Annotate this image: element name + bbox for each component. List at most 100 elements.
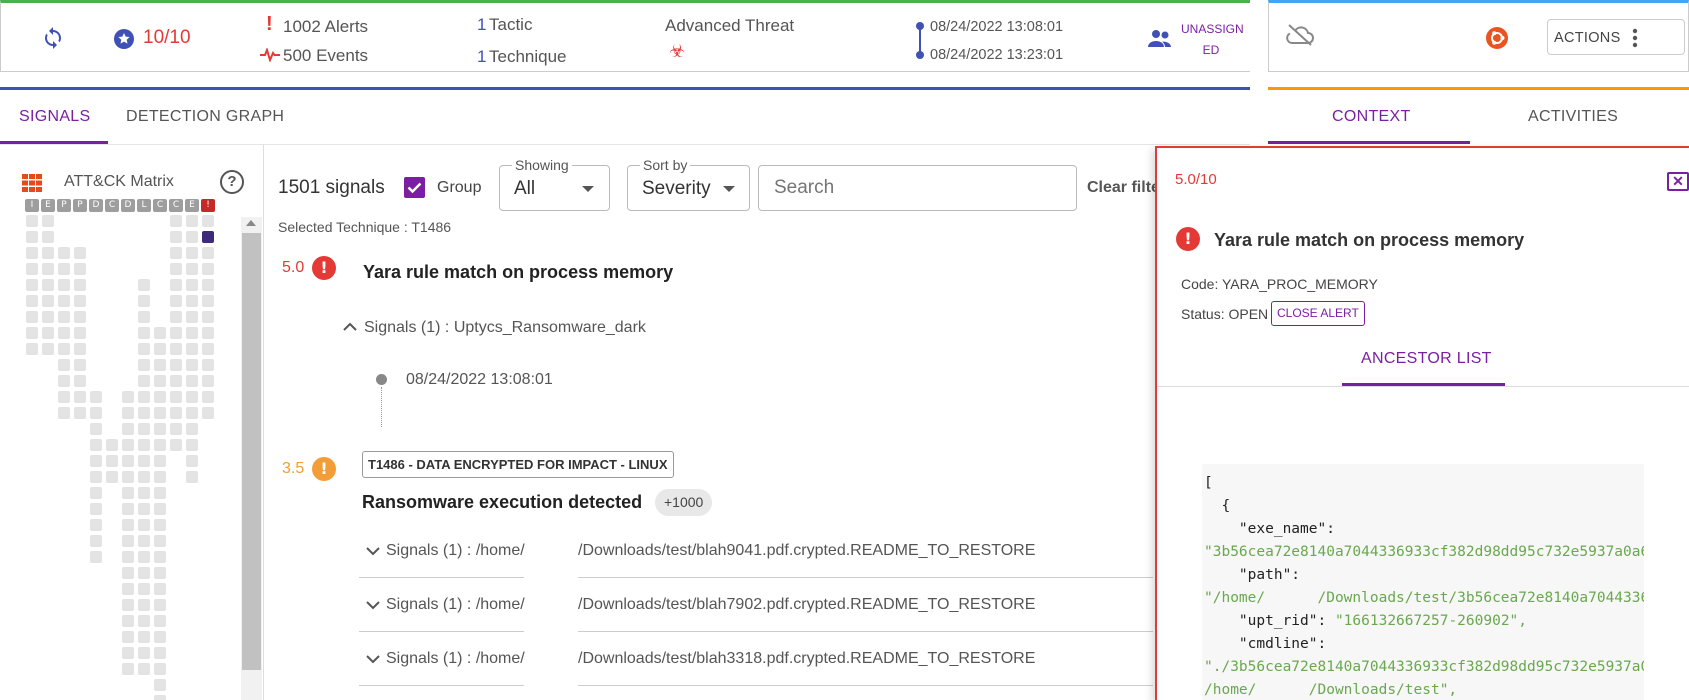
matrix-cell[interactable] [122,487,134,499]
group-checkbox[interactable] [404,177,425,198]
matrix-cell[interactable] [122,519,134,531]
matrix-cell[interactable] [154,327,166,339]
matrix-cell[interactable] [74,375,86,387]
matrix-cell[interactable] [186,439,198,451]
matrix-cell[interactable] [90,423,102,435]
matrix-cell[interactable] [58,247,70,259]
matrix-cell[interactable] [202,215,214,227]
matrix-cell[interactable] [170,231,182,243]
tactic-label[interactable]: Tactic [489,15,532,35]
matrix-cell[interactable] [106,439,118,451]
chevron-down-icon[interactable] [366,600,380,610]
matrix-cell[interactable] [186,391,198,403]
matrix-cell[interactable] [154,359,166,371]
matrix-cell[interactable] [138,567,150,579]
matrix-column-head[interactable]: D [89,199,103,212]
matrix-cell[interactable] [170,215,182,227]
matrix-cell[interactable] [170,439,182,451]
matrix-cell[interactable] [186,279,198,291]
matrix-cell[interactable] [154,487,166,499]
matrix-cell[interactable] [58,375,70,387]
matrix-cell[interactable] [90,439,102,451]
matrix-cell[interactable] [154,615,166,627]
matrix-cell[interactable] [186,311,198,323]
matrix-cell[interactable] [26,263,38,275]
matrix-cell[interactable] [170,263,182,275]
matrix-cell[interactable] [202,311,214,323]
sortby-select[interactable]: Sort by Severity [627,157,750,211]
matrix-cell[interactable] [138,311,150,323]
matrix-cell[interactable] [138,423,150,435]
matrix-cell[interactable] [26,295,38,307]
matrix-cell[interactable] [138,359,150,371]
matrix-cell[interactable] [138,455,150,467]
chevron-down-icon[interactable] [366,654,380,664]
matrix-cell[interactable] [58,343,70,355]
matrix-cell[interactable] [186,343,198,355]
matrix-cell[interactable] [42,295,54,307]
matrix-cell[interactable] [74,247,86,259]
matrix-cell[interactable] [186,407,198,419]
matrix-cell[interactable] [122,439,134,451]
row-left[interactable]: Signals (1) : /home/ [386,542,525,560]
matrix-cell[interactable] [122,631,134,643]
matrix-cell[interactable] [138,503,150,515]
matrix-cell[interactable] [154,519,166,531]
matrix-cell[interactable] [106,471,118,483]
search-input[interactable] [758,165,1077,211]
clear-filters-link[interactable]: Clear filte [1087,179,1160,197]
matrix-cell[interactable] [74,391,86,403]
matrix-cell[interactable] [122,583,134,595]
matrix-cell[interactable] [122,471,134,483]
actions-button[interactable]: ACTIONS [1547,19,1685,55]
matrix-cell[interactable] [122,423,134,435]
matrix-cell[interactable] [58,391,70,403]
showing-select[interactable]: Showing All [499,157,610,211]
matrix-cell[interactable] [202,327,214,339]
tab-detection-graph[interactable]: DETECTION GRAPH [126,108,284,126]
matrix-cell[interactable] [138,487,150,499]
matrix-cell[interactable] [138,535,150,547]
matrix-cell[interactable] [186,455,198,467]
matrix-cell[interactable] [154,599,166,611]
matrix-cell[interactable] [202,231,214,243]
matrix-cell[interactable] [26,279,38,291]
matrix-cell[interactable] [122,567,134,579]
matrix-cell[interactable] [170,279,182,291]
signals-summary[interactable]: Signals (1) : Uptycs_Ransomware_dark [364,319,646,337]
matrix-cell[interactable] [138,391,150,403]
matrix-cell[interactable] [154,583,166,595]
matrix-cell[interactable] [138,615,150,627]
matrix-cell[interactable] [42,311,54,323]
matrix-cell[interactable] [42,231,54,243]
matrix-cell[interactable] [202,375,214,387]
matrix-cell[interactable] [58,279,70,291]
matrix-cell[interactable] [58,359,70,371]
row-left[interactable]: Signals (1) : /home/ [386,596,525,614]
matrix-cell[interactable] [26,215,38,227]
matrix-cell[interactable] [186,375,198,387]
matrix-cell[interactable] [74,311,86,323]
matrix-cell[interactable] [170,407,182,419]
technique-label[interactable]: Technique [489,47,567,67]
matrix-cell[interactable] [154,423,166,435]
matrix-cell[interactable] [122,391,134,403]
matrix-cell[interactable] [42,215,54,227]
matrix-cell[interactable] [58,311,70,323]
matrix-cell[interactable] [122,663,134,675]
matrix-cell[interactable] [138,327,150,339]
matrix-cell[interactable] [90,471,102,483]
matrix-column-head[interactable]: E [185,199,199,212]
matrix-cell[interactable] [186,263,198,275]
matrix-cell[interactable] [74,343,86,355]
matrix-column-head[interactable]: P [73,199,87,212]
matrix-cell[interactable] [138,343,150,355]
matrix-cell[interactable] [202,295,214,307]
matrix-column-head[interactable]: E [41,199,55,212]
matrix-cell[interactable] [42,343,54,355]
matrix-cell[interactable] [186,295,198,307]
matrix-column-head[interactable]: ! [201,199,215,212]
matrix-cell[interactable] [138,631,150,643]
matrix-cell[interactable] [138,375,150,387]
alerts-count[interactable]: 1002 Alerts [283,17,368,37]
